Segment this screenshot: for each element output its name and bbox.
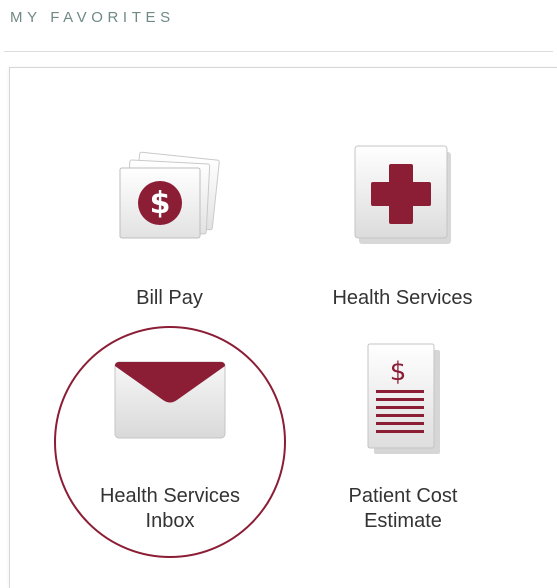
envelope-icon (114, 361, 226, 439)
favorite-health-services-inbox[interactable]: Health Services Inbox (70, 340, 270, 540)
price-list-icon: $ (367, 343, 440, 454)
favorite-bill-pay[interactable]: $ Bill Pay (82, 140, 257, 320)
favorite-health-services[interactable]: Health Services (310, 140, 495, 320)
favorite-label: Health Services (332, 287, 473, 309)
favorite-patient-cost-estimate[interactable]: $ Patient Cost Estimate (318, 340, 488, 540)
favorite-label: Bill Pay (136, 287, 203, 309)
svg-text:$: $ (390, 357, 407, 387)
dollar-bills-icon: $ (119, 151, 220, 239)
section-title: MY FAVORITES (10, 9, 175, 26)
favorite-label: Health Services Inbox (99, 485, 241, 532)
red-cross-icon (354, 145, 451, 244)
svg-text:$: $ (150, 186, 171, 221)
favorite-label: Patient Cost Estimate (348, 485, 458, 532)
section-divider (4, 51, 553, 52)
